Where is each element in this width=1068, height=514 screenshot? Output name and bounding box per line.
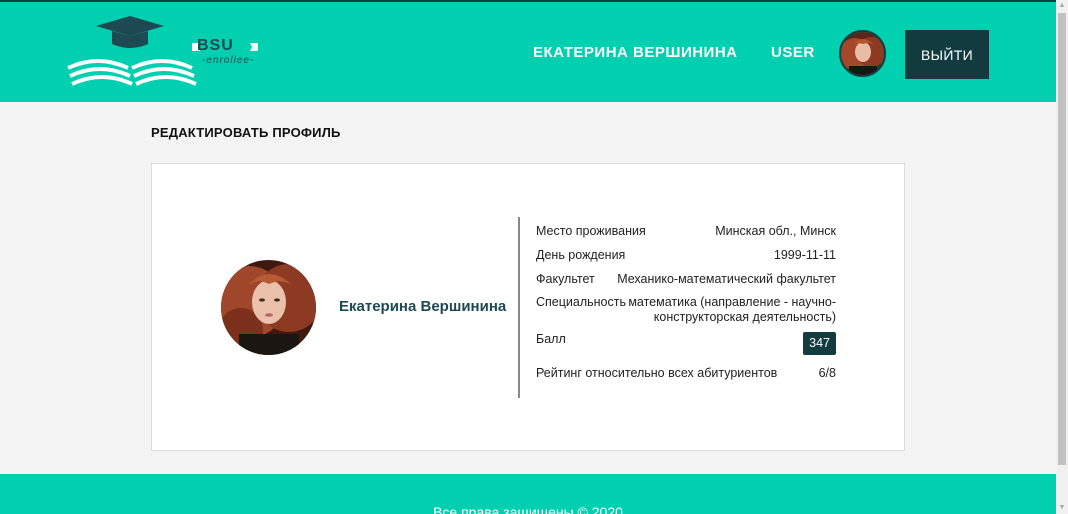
nav-role-link[interactable]: USER [771, 44, 815, 61]
scroll-down-arrow-icon[interactable]: ▼ [1056, 502, 1068, 514]
vertical-scrollbar[interactable]: ▲ ▼ [1056, 0, 1068, 514]
logout-button[interactable]: ВЫЙТИ [905, 30, 989, 79]
detail-row-specialty: Специальность математика (направление - … [536, 295, 836, 325]
rating-value: 6/8 [818, 366, 836, 380]
vertical-divider [518, 217, 520, 398]
page-title: РЕДАКТИРОВАТЬ ПРОФИЛЬ [151, 125, 341, 140]
site-header: BSU -enrollee- ЕКАТЕРИНА ВЕРШИНИНА USER … [0, 2, 1056, 102]
profile-avatar [221, 260, 316, 355]
scroll-up-arrow-icon[interactable]: ▲ [1056, 0, 1068, 12]
detail-row-faculty: Факультет Механико-математический факуль… [536, 272, 836, 286]
nav-user-name-link[interactable]: ЕКАТЕРИНА ВЕРШИНИНА [533, 44, 738, 61]
score-badge: 347 [803, 332, 836, 355]
logo-text: BSU [197, 37, 234, 54]
user-photo-icon [221, 260, 316, 355]
scrollbar-thumb[interactable] [1058, 13, 1066, 465]
detail-row-birthday: День рождения 1999-11-11 [536, 248, 836, 262]
birthday-value: 1999-11-11 [773, 248, 836, 262]
site-logo[interactable]: BSU -enrollee- [64, 16, 264, 90]
logo-subtitle: -enrollee- [202, 55, 255, 66]
detail-row-rating: Рейтинг относительно всех абитуриентов 6… [536, 366, 836, 380]
residence-label: Место проживания [536, 224, 646, 238]
faculty-label: Факультет [536, 272, 595, 286]
site-footer: Все права защищены © 2020 [0, 474, 1056, 514]
specialty-label: Специальность [536, 295, 626, 309]
residence-value: Минская обл., Минск [715, 224, 836, 238]
birthday-label: День рождения [536, 248, 626, 262]
profile-name: Екатерина Вершинина [339, 298, 507, 315]
detail-row-score: Балл 347 [536, 332, 836, 355]
score-label: Балл [536, 332, 566, 346]
detail-row-residence: Место проживания Минская обл., Минск [536, 224, 836, 238]
graduation-cap-book-icon [67, 16, 258, 86]
rating-label: Рейтинг относительно всех абитуриентов [536, 366, 778, 380]
specialty-value: математика (направление - научно-констру… [628, 295, 836, 324]
profile-card: Екатерина Вершинина Место проживания Мин… [151, 163, 905, 451]
header-avatar[interactable] [839, 30, 886, 77]
user-photo-icon [841, 32, 884, 75]
faculty-value: Механико-математический факультет [617, 272, 836, 286]
footer-copyright: Все права защищены © 2020 [433, 504, 623, 514]
